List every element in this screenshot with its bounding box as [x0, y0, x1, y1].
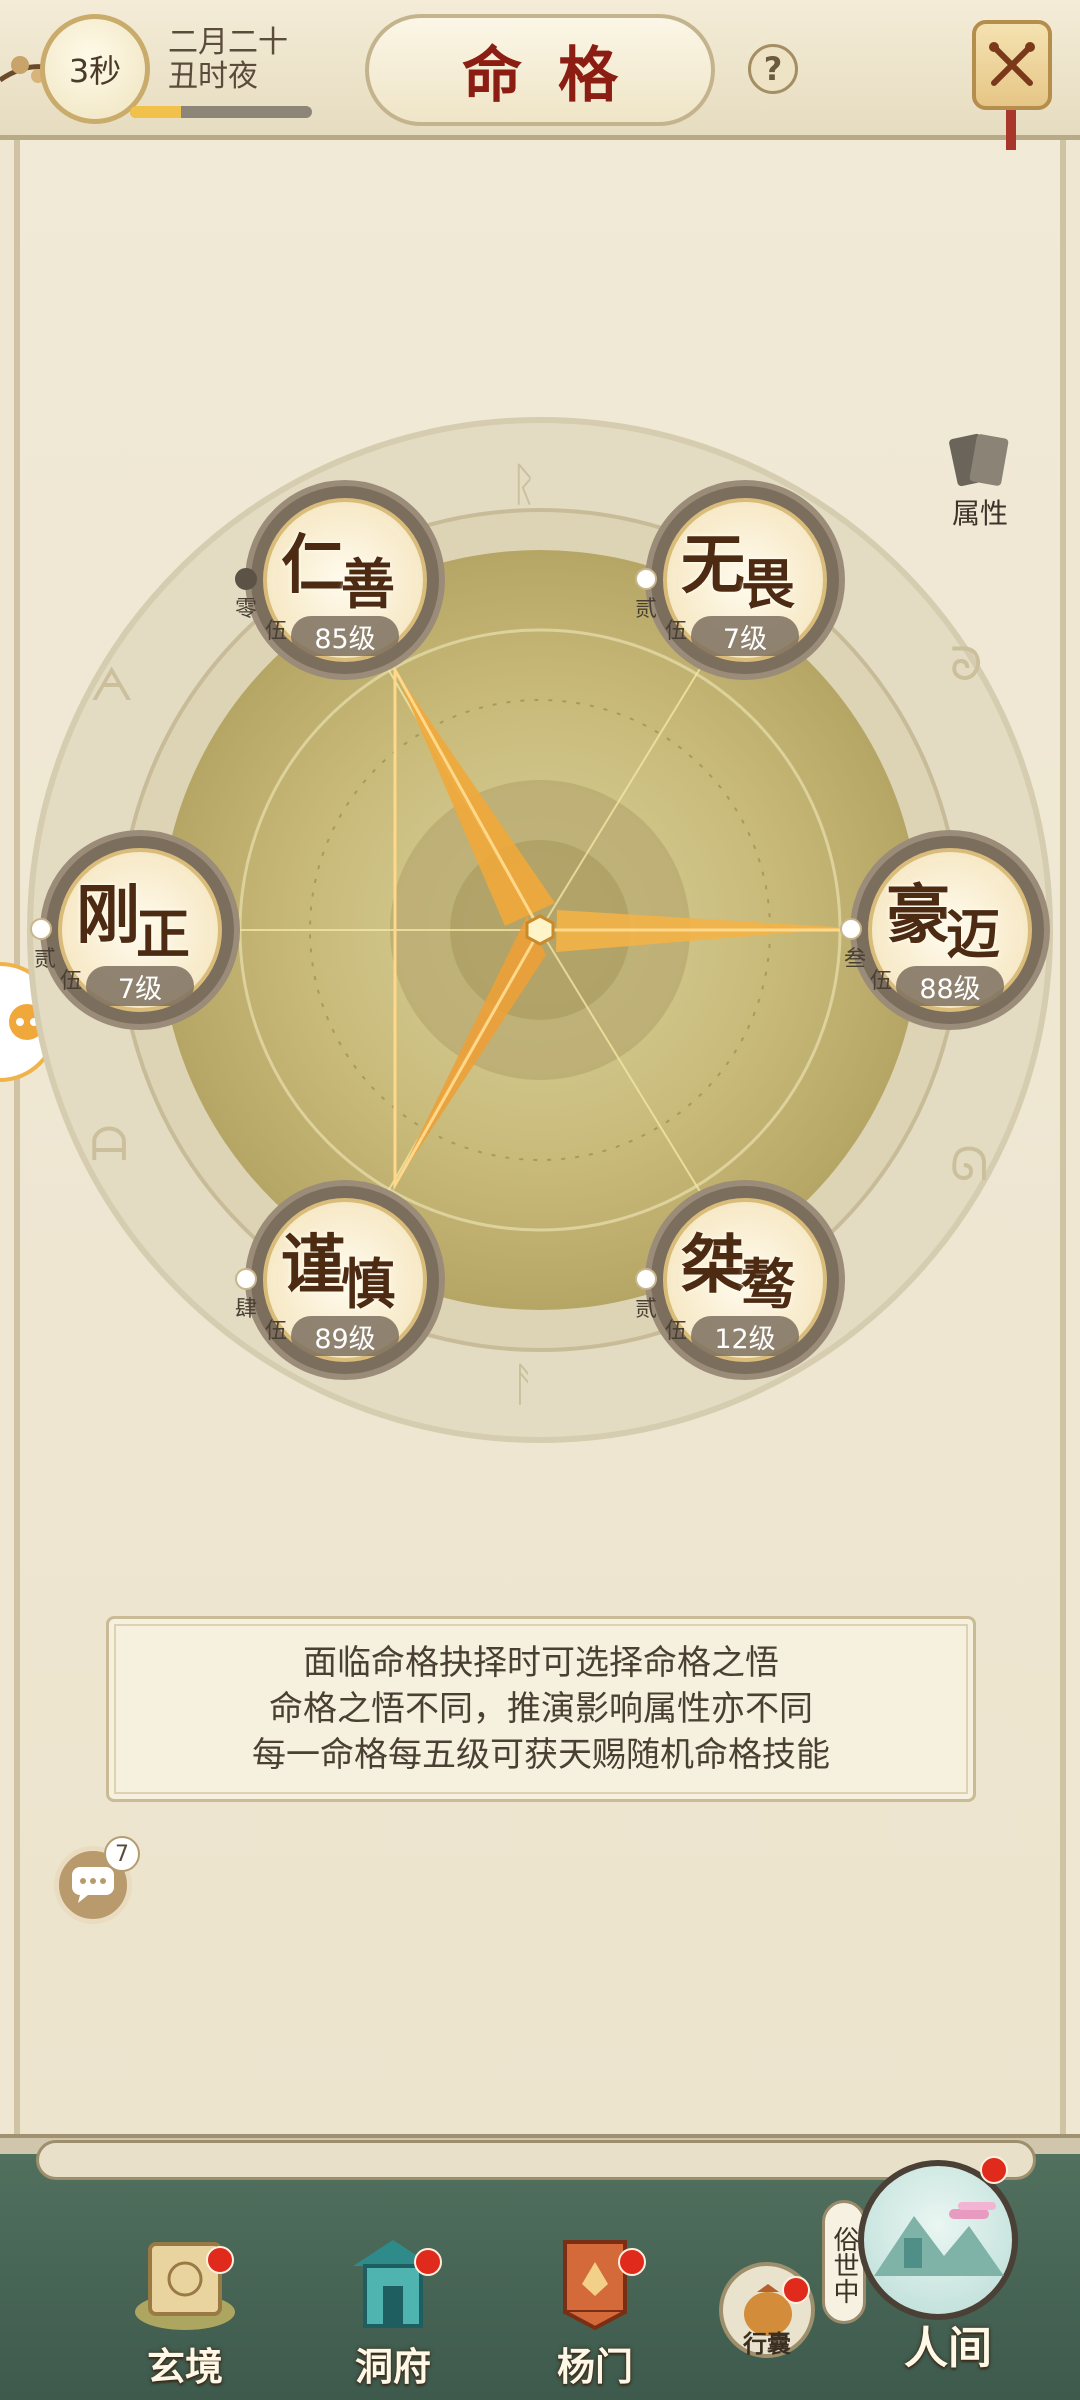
destiny-node-gangzheng[interactable]: 刚 正 7级 贰 伍 [30, 830, 240, 1030]
notification-dot [414, 2248, 442, 2276]
node-char-2: 正 [136, 902, 190, 966]
date-line-2: 丑时夜 [168, 59, 258, 94]
nav-label-dongfu: 洞府 [354, 2344, 431, 2389]
game-date: 二月二十 丑时夜 [168, 26, 288, 94]
page-title: 命格 [462, 40, 654, 111]
attributes-label: 属性 [951, 497, 1008, 530]
notification-dot [618, 2248, 646, 2276]
top-header: 3秒 二月二十 丑时夜 命格 ? [0, 0, 1080, 150]
title-plaque: 命格 [365, 14, 715, 126]
node-char-1: 刚 [76, 878, 140, 953]
info-line-1: 面临命格抉择时可选择命格之悟 [303, 1643, 779, 1683]
node-tier-b: 伍 [665, 619, 688, 644]
node-char-1: 谨 [281, 1228, 345, 1303]
time-progress-bar [130, 106, 312, 118]
node-level: 85级 [291, 616, 399, 656]
date-line-1: 二月二十 [168, 25, 288, 60]
node-tier-b: 伍 [265, 619, 288, 644]
nav-xuanjing[interactable]: 玄境 [110, 2232, 260, 2391]
chat-count-badge: 7 [104, 1836, 140, 1872]
node-progress-dot [235, 568, 257, 590]
nav-label-renjian: 人间 [904, 2323, 992, 2374]
node-char-1: 仁 [281, 528, 345, 603]
timer-text: 3秒 [68, 52, 122, 90]
node-tier-a: 贰 [635, 1297, 658, 1322]
nav-label-yangmen: 杨门 [556, 2344, 633, 2389]
node-tier-a: 贰 [34, 947, 57, 972]
nav-label-xingnang: 行囊 [743, 2329, 791, 2358]
node-level: 7级 [86, 966, 194, 1006]
node-tier-a: 零 [235, 597, 258, 622]
nav-dongfu[interactable]: 洞府 [318, 2236, 468, 2391]
node-char-2: 慎 [341, 1252, 395, 1316]
nav-yangmen[interactable]: 杨门 [520, 2236, 670, 2391]
node-char-2: 迈 [946, 902, 1000, 966]
landscape-icon [874, 2202, 1004, 2276]
attributes-button[interactable]: 属性 [930, 430, 1030, 540]
svg-text:ᘐ: ᘐ [950, 637, 982, 691]
node-progress-dot [635, 1268, 657, 1290]
svg-text:ᚨ: ᚨ [510, 1357, 538, 1411]
notification-dot [980, 2156, 1008, 2184]
status-tag: 俗世中 [822, 2200, 866, 2324]
node-level: 88级 [896, 966, 1004, 1006]
node-char-2: 畏 [741, 552, 795, 616]
destiny-node-renshan[interactable]: 仁 善 85级 零 伍 [235, 480, 445, 680]
svg-text:ᗩ: ᗩ [90, 1117, 128, 1171]
node-level: 12级 [691, 1316, 799, 1356]
info-line-2: 命格之悟不同，推演影响属性亦不同 [269, 1689, 813, 1729]
node-level: 89级 [291, 1316, 399, 1356]
destiny-wheel-area: ᚱ ᘐ ᗅ ᗩ ᘏ ᚨ 仁 善 85级 零 伍 无 畏 7级 贰 伍 刚 正 7级 贰 … [0, 380, 1080, 1480]
info-box: 面临命格抉择时可选择命格之悟 命格之悟不同，推演影响属性亦不同 每一命格每五级可… [106, 1616, 976, 1802]
svg-text:ᗅ: ᗅ [90, 657, 133, 711]
svg-text:ᘏ: ᘏ [950, 1137, 988, 1191]
node-progress-dot [840, 918, 862, 940]
node-char-2: 骜 [741, 1252, 795, 1316]
node-char-1: 豪 [886, 878, 950, 953]
nav-xingnang[interactable]: 行囊 [712, 2262, 822, 2358]
node-progress-dot [635, 568, 657, 590]
tassel-decoration [1006, 110, 1016, 150]
node-tier-b: 伍 [60, 969, 83, 994]
info-line-3: 每一命格每五级可获天赐随机命格技能 [252, 1735, 830, 1775]
node-level: 7级 [691, 616, 799, 656]
nav-label-xuanjing: 玄境 [146, 2344, 223, 2389]
node-char-1: 无 [681, 528, 745, 603]
destiny-node-haomai[interactable]: 豪 迈 88级 叁 伍 [840, 830, 1050, 1030]
notification-dot [206, 2246, 234, 2274]
nav-renjian[interactable] [858, 2160, 1018, 2320]
close-icon [989, 42, 1035, 86]
node-char-2: 善 [341, 552, 395, 616]
cards-icon [949, 433, 1009, 487]
destiny-node-wuwei[interactable]: 无 畏 7级 贰 伍 [635, 480, 845, 680]
destiny-node-jieao[interactable]: 桀 骜 12级 贰 伍 [635, 1180, 845, 1380]
node-char-1: 桀 [681, 1228, 745, 1303]
node-tier-b: 伍 [665, 1319, 688, 1344]
node-progress-dot [30, 918, 52, 940]
node-tier-a: 贰 [635, 597, 658, 622]
chat-bubble-icon [72, 1867, 114, 1903]
node-tier-a: 肆 [235, 1297, 258, 1322]
svg-text:ᚱ: ᚱ [510, 457, 538, 511]
close-button[interactable] [972, 20, 1052, 110]
help-icon: ? [763, 50, 783, 88]
time-progress-fill [130, 106, 181, 118]
destiny-node-jinshen[interactable]: 谨 慎 89级 肆 伍 [235, 1180, 445, 1380]
node-tier-b: 伍 [870, 969, 893, 994]
notification-dot [782, 2276, 810, 2304]
help-button[interactable]: ? [748, 44, 798, 94]
node-tier-a: 叁 [844, 947, 867, 972]
node-tier-b: 伍 [265, 1319, 288, 1344]
node-progress-dot [235, 1268, 257, 1290]
